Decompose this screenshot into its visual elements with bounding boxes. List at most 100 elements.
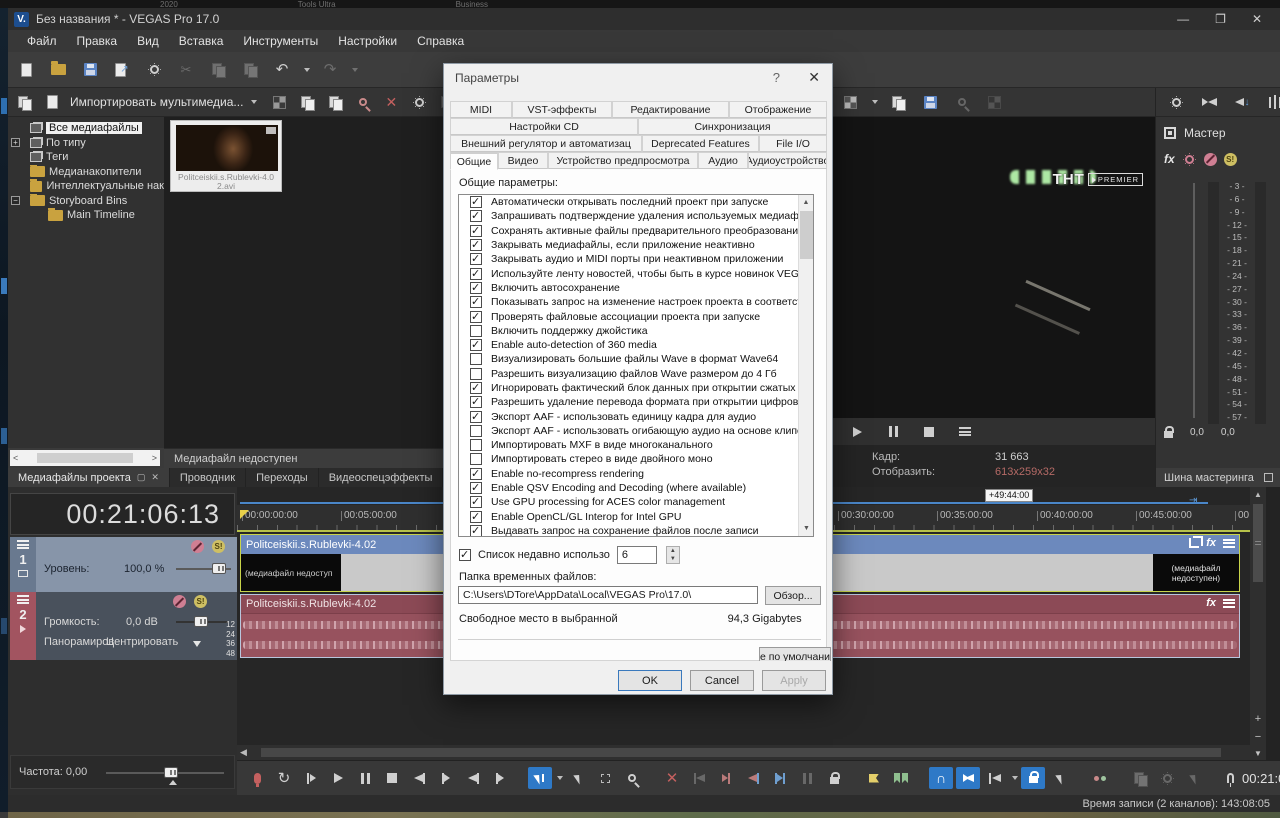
- prev-frame-icon[interactable]: [461, 767, 485, 789]
- option-row[interactable]: Разрешить визуализацию файлов Wave разме…: [459, 367, 813, 381]
- group-icon[interactable]: [1088, 767, 1112, 789]
- track1-number-strip[interactable]: 1: [10, 537, 36, 592]
- option-row[interactable]: Проверять файловые ассоциации проекта пр…: [459, 309, 813, 323]
- dock-float-icon[interactable]: [1264, 473, 1273, 482]
- import-from-device-icon[interactable]: [323, 91, 347, 113]
- checkbox[interactable]: [470, 410, 482, 423]
- preview-quality-caret[interactable]: [872, 100, 878, 104]
- preview-pause-icon[interactable]: [881, 421, 905, 443]
- scrollbar-thumb[interactable]: [260, 748, 1221, 757]
- checkbox[interactable]: [470, 224, 482, 237]
- preview-quality-grid-icon[interactable]: [838, 91, 862, 113]
- option-row[interactable]: Визуализировать большие файлы Wave в фор…: [459, 352, 813, 366]
- checkbox[interactable]: [470, 195, 482, 209]
- undo-dropdown-caret[interactable]: [304, 67, 310, 72]
- solo-icon[interactable]: S!: [1223, 152, 1237, 166]
- insert-marker-icon[interactable]: [862, 767, 886, 789]
- option-row[interactable]: Enable OpenCL/GL Interop for Intel GPU: [459, 510, 813, 524]
- lock-icon[interactable]: [1164, 426, 1174, 438]
- save-project-icon[interactable]: [78, 59, 102, 81]
- tree-horizontal-scrollbar[interactable]: < >: [10, 450, 160, 466]
- track2-number-strip[interactable]: 2: [10, 592, 36, 660]
- edit-tool-dropdown-caret[interactable]: [557, 776, 563, 780]
- tree-item-main-timeline[interactable]: Main Timeline: [8, 208, 164, 223]
- scrub-slider[interactable]: [106, 767, 224, 785]
- recent-count-spinner[interactable]: ▲ ▼: [665, 546, 680, 564]
- cut-icon[interactable]: ✂: [174, 59, 198, 81]
- track-mute-icon[interactable]: [191, 540, 204, 553]
- track-menu-icon[interactable]: [17, 540, 29, 549]
- redo-dropdown-caret[interactable]: [352, 67, 358, 72]
- tab-vst[interactable]: VST-эффекты: [512, 101, 612, 118]
- scroll-down-icon[interactable]: ▼: [799, 521, 813, 536]
- undo-icon[interactable]: ↶: [270, 59, 294, 81]
- option-row[interactable]: Используйте ленту новостей, чтобы быть в…: [459, 266, 813, 280]
- scrollbar-thumb[interactable]: =: [1253, 504, 1263, 582]
- tab-cd-settings[interactable]: Настройки CD: [450, 118, 638, 135]
- menu-edit[interactable]: Правка: [68, 32, 127, 50]
- tab-preview-device[interactable]: Устройство предпросмотра: [548, 152, 698, 169]
- tab-editing[interactable]: Редактирование: [612, 101, 729, 118]
- lock-icon[interactable]: [822, 767, 846, 789]
- media-properties-gear-icon[interactable]: [407, 91, 431, 113]
- audio-plugin-icon[interactable]: [1155, 767, 1179, 789]
- project-properties-gear-icon[interactable]: [142, 59, 166, 81]
- spin-up-icon[interactable]: ▲: [666, 547, 679, 555]
- master-fader[interactable]: [1193, 183, 1195, 418]
- option-row[interactable]: Игнорировать фактический блок данных при…: [459, 381, 813, 395]
- option-row[interactable]: Импортировать MXF в виде многоканального: [459, 438, 813, 452]
- tab-display[interactable]: Отображение: [729, 101, 827, 118]
- checkbox[interactable]: [470, 381, 482, 394]
- temp-folder-input[interactable]: C:\Users\DTore\AppData\Local\VEGAS Pro\1…: [458, 586, 758, 604]
- audio-device-speaker-icon[interactable]: ↓: [1230, 91, 1254, 113]
- recent-files-checkbox[interactable]: [459, 548, 471, 561]
- scroll-up-icon[interactable]: ▲: [1250, 487, 1266, 502]
- timecode-display[interactable]: 00:21:06:13: [10, 493, 235, 535]
- scrollbar-thumb[interactable]: [37, 453, 133, 463]
- next-frame-icon[interactable]: [488, 767, 512, 789]
- scrollbar-thumb[interactable]: [800, 211, 813, 259]
- dock-float-icon[interactable]: ▢: [137, 472, 146, 483]
- track-solo-icon[interactable]: S!: [194, 595, 207, 608]
- checkbox[interactable]: [470, 238, 482, 252]
- checkbox[interactable]: [470, 252, 482, 266]
- record-preview-icon[interactable]: [982, 91, 1006, 113]
- new-bin-icon[interactable]: [12, 91, 36, 113]
- dialog-titlebar[interactable]: Параметры ? ✕: [444, 64, 832, 92]
- checkbox[interactable]: [470, 481, 482, 495]
- play-icon[interactable]: [326, 767, 350, 789]
- checkbox[interactable]: [470, 439, 482, 452]
- import-media-label[interactable]: Импортировать мультимедиа...: [70, 95, 243, 109]
- maximize-button[interactable]: ❐: [1215, 12, 1226, 26]
- loop-playback-icon[interactable]: ↻: [272, 767, 296, 789]
- dialog-close-button[interactable]: ✕: [808, 69, 820, 86]
- render-as-icon[interactable]: ↗: [110, 59, 134, 81]
- pan-caret-icon[interactable]: [193, 641, 201, 647]
- option-row[interactable]: Закрывать аудио и MIDI порты при неактив…: [459, 252, 813, 266]
- scroll-down-icon[interactable]: ▼: [1254, 749, 1262, 758]
- track-solo-icon[interactable]: S!: [212, 540, 225, 553]
- go-to-start-icon[interactable]: [407, 767, 431, 789]
- mastering-bus-tab[interactable]: Шина мастеринга: [1156, 468, 1280, 487]
- expand-plus-icon[interactable]: +: [11, 138, 20, 148]
- tab-transitions[interactable]: Переходы: [246, 468, 319, 487]
- automation-gear-icon[interactable]: [1182, 148, 1197, 170]
- insert-bus-icon[interactable]: [1197, 91, 1221, 113]
- option-row[interactable]: Закрывать медиафайлы, если приложение не…: [459, 238, 813, 252]
- browse-button[interactable]: Обзор...: [765, 586, 821, 605]
- menu-view[interactable]: Вид: [128, 32, 168, 50]
- menu-insert[interactable]: Вставка: [170, 32, 233, 50]
- open-project-icon[interactable]: [46, 59, 70, 81]
- tab-audio-device[interactable]: Аудиоустройство: [748, 152, 827, 169]
- checkbox[interactable]: [470, 524, 482, 536]
- tab-external-control[interactable]: Внешний регулятор и автоматизац: [450, 135, 642, 152]
- scroll-left-icon[interactable]: <: [13, 453, 18, 463]
- option-row[interactable]: Экспорт AAF - использовать огибающую ауд…: [459, 424, 813, 438]
- tab-deprecated[interactable]: Deprecated Features: [642, 135, 759, 152]
- import-media-icon[interactable]: [40, 91, 64, 113]
- event-menu-icon[interactable]: [1223, 598, 1235, 608]
- timeline-horizontal-scrollbar[interactable]: ◀: [237, 745, 1250, 760]
- menu-options[interactable]: Настройки: [329, 32, 406, 50]
- redo-icon[interactable]: ↷: [318, 59, 342, 81]
- checkbox[interactable]: [470, 281, 482, 294]
